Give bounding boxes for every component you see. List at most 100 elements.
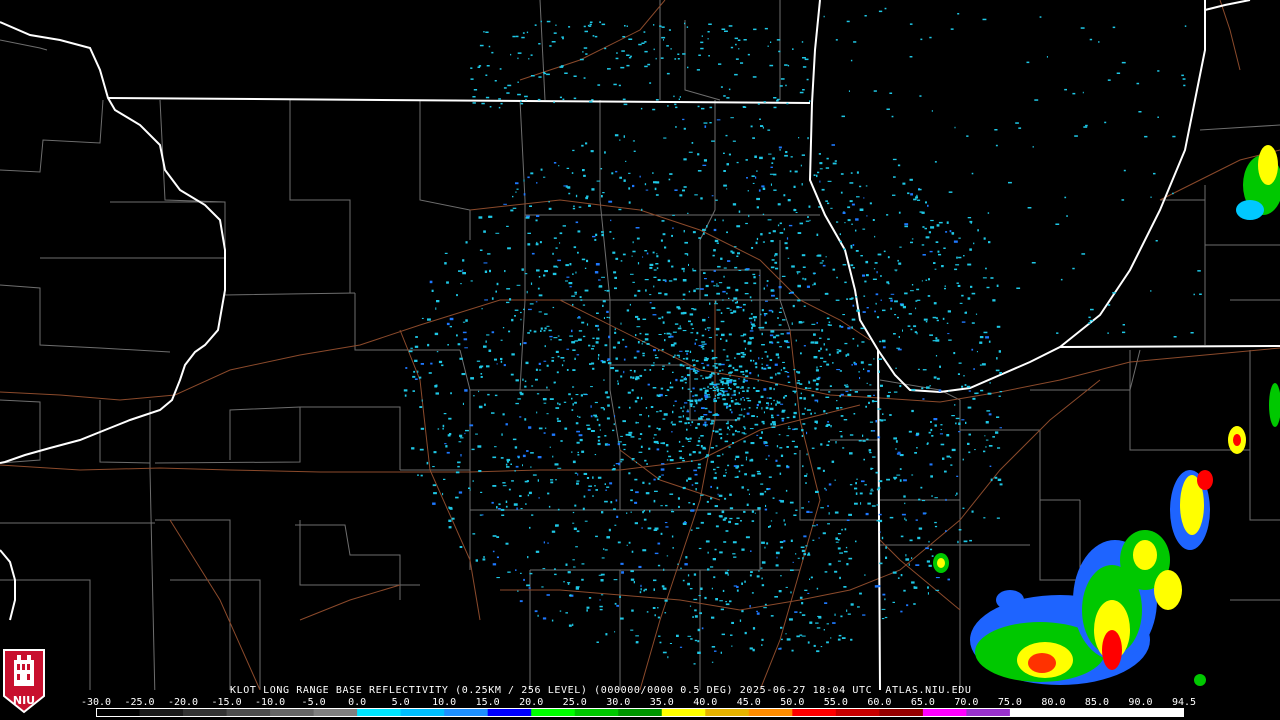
echo-speckle: [735, 43, 737, 46]
echo-speckle: [426, 461, 429, 465]
echo-speckle: [653, 285, 655, 288]
echo-speckle: [669, 643, 672, 644]
echo-speckle: [861, 480, 865, 483]
echo-speckle: [830, 207, 833, 209]
echo-speckle: [544, 427, 547, 429]
echo-speckle: [951, 415, 955, 417]
echo-speckle: [923, 318, 928, 321]
echo-speckle: [772, 157, 775, 160]
echo-speckle: [1088, 322, 1092, 324]
echo-speckle: [734, 302, 737, 304]
colorbar-segment: [313, 708, 358, 717]
echo-speckle: [729, 600, 732, 603]
echo-speckle: [684, 563, 688, 566]
echo-speckle: [682, 410, 684, 413]
echo-speckle: [883, 250, 886, 253]
echo-speckle: [448, 417, 452, 420]
echo-speckle: [675, 378, 678, 382]
echo-speckle: [841, 528, 843, 531]
echo-speckle: [913, 603, 916, 605]
echo-speckle: [686, 352, 688, 355]
echo-speckle: [915, 300, 918, 302]
echo-speckle: [577, 451, 579, 454]
echo-speckle: [695, 527, 700, 529]
echo-speckle: [492, 535, 497, 537]
echo-speckle: [782, 361, 785, 363]
echo-speckle: [1039, 16, 1042, 18]
echo-speckle: [931, 110, 933, 112]
echo-speckle: [892, 571, 897, 574]
echo-speckle: [740, 352, 745, 354]
echo-speckle: [687, 440, 691, 442]
echo-speckle: [911, 388, 916, 391]
echo-speckle: [593, 414, 597, 417]
echo-speckle: [543, 360, 547, 362]
echo-speckle: [635, 422, 639, 424]
colorbar-tick-label: 10.0: [432, 697, 457, 708]
echo-speckle: [644, 588, 647, 591]
echo-speckle: [597, 328, 600, 331]
echo-speckle: [721, 333, 725, 337]
echo-speckle: [819, 168, 823, 170]
echo-speckle: [694, 194, 698, 196]
echo-speckle: [562, 98, 565, 101]
echo-speckle: [535, 368, 538, 371]
echo-speckle: [813, 272, 816, 275]
echo-speckle: [855, 540, 857, 543]
echo-speckle: [633, 150, 636, 152]
echo-speckle: [698, 437, 700, 439]
echo-speckle: [811, 394, 815, 397]
echo-speckle: [852, 304, 855, 307]
echo-speckle: [868, 363, 872, 366]
echo-speckle: [680, 567, 682, 570]
echo-speckle: [913, 325, 917, 328]
echo-speckle: [1090, 308, 1094, 311]
echo-speckle: [644, 333, 649, 336]
echo-speckle: [662, 442, 665, 445]
echo-speckle: [485, 31, 489, 33]
echo-speckle: [614, 276, 617, 279]
echo-speckle: [668, 455, 672, 458]
echo-speckle: [926, 443, 929, 445]
echo-speckle: [764, 603, 767, 606]
echo-speckle: [612, 468, 616, 470]
echo-speckle: [720, 437, 723, 440]
echo-speckle: [726, 355, 729, 358]
echo-speckle: [565, 612, 568, 614]
echo-speckle: [694, 378, 699, 380]
echo-speckle: [444, 262, 447, 265]
echo-speckle: [797, 380, 800, 382]
echo-speckle: [723, 402, 727, 406]
echo-speckle: [598, 279, 601, 281]
echo-speckle: [679, 96, 681, 98]
echo-speckle: [1064, 196, 1067, 199]
echo-speckle: [496, 556, 499, 559]
echo-speckle: [963, 255, 965, 257]
echo-speckle: [736, 255, 739, 257]
echo-speckle: [607, 68, 611, 70]
echo-speckle: [909, 23, 913, 25]
echo-speckle: [724, 30, 728, 32]
echo-speckle: [800, 352, 802, 355]
echo-speckle: [687, 422, 690, 424]
echo-speckle: [603, 548, 605, 550]
echo-speckle: [698, 595, 701, 597]
echo-speckle: [807, 641, 810, 644]
echo-speckle: [819, 180, 821, 183]
echo-speckle: [905, 554, 907, 557]
echo-speckle: [778, 590, 782, 593]
echo-speckle: [481, 308, 483, 310]
colorbar-tick-label: 80.0: [1041, 697, 1066, 708]
echo-speckle: [764, 27, 768, 30]
echo-speckle: [683, 158, 687, 161]
echo-speckle: [783, 367, 786, 370]
echo-speckle: [404, 394, 407, 397]
echo-speckle: [529, 572, 533, 575]
echo-speckle: [898, 336, 900, 338]
echo-speckle: [569, 263, 572, 266]
echo-speckle: [623, 179, 626, 182]
echo-speckle: [562, 225, 566, 227]
echo-speckle: [751, 510, 754, 513]
echo-speckle: [609, 482, 613, 485]
echo-speckle: [791, 265, 795, 268]
